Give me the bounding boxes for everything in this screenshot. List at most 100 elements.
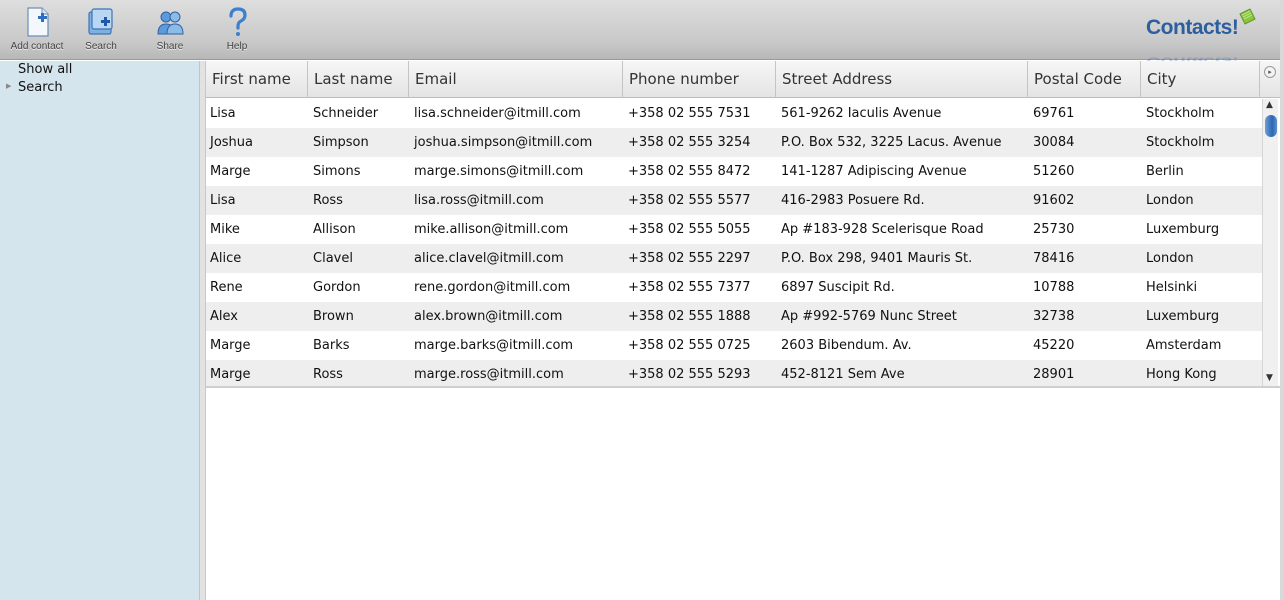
cell-street-address: Ap #992-5769 Nunc Street bbox=[781, 309, 957, 324]
window-edge bbox=[1280, 0, 1284, 600]
column-header-city[interactable]: City bbox=[1141, 61, 1260, 98]
cell-city: Luxemburg bbox=[1146, 309, 1220, 324]
cell-last-name: Ross bbox=[313, 367, 343, 382]
cell-city: Helsinki bbox=[1146, 280, 1198, 295]
cell-postal-code: 25730 bbox=[1033, 222, 1075, 237]
cell-phone: +358 02 555 7531 bbox=[628, 106, 751, 121]
cell-phone: +358 02 555 8472 bbox=[628, 164, 751, 179]
cell-last-name: Simpson bbox=[313, 135, 369, 150]
cell-first-name: Lisa bbox=[210, 106, 236, 121]
cell-first-name: Rene bbox=[210, 280, 243, 295]
cell-city: Hong Kong bbox=[1146, 367, 1217, 382]
leaf-icon bbox=[1239, 8, 1256, 25]
cell-postal-code: 91602 bbox=[1033, 193, 1075, 208]
share-icon bbox=[157, 11, 184, 35]
cell-email: alice.clavel@itmill.com bbox=[414, 251, 564, 266]
column-header-postal-code[interactable]: Postal Code bbox=[1028, 61, 1141, 98]
table-row[interactable]: Lisa Schneider lisa.schneider@itmill.com +3… bbox=[206, 99, 1262, 128]
cell-first-name: Alice bbox=[210, 251, 242, 266]
column-header-street-address[interactable]: Street Address bbox=[776, 61, 1028, 98]
cell-last-name: Brown bbox=[313, 309, 354, 324]
cell-email: lisa.schneider@itmill.com bbox=[414, 106, 581, 121]
cell-phone: +358 02 555 5293 bbox=[628, 367, 751, 382]
cell-city: London bbox=[1146, 251, 1194, 266]
add-contact-button[interactable]: Add contact bbox=[5, 4, 69, 56]
cell-city: Berlin bbox=[1146, 164, 1184, 179]
add-contact-icon bbox=[27, 7, 49, 37]
cell-street-address: Ap #183-928 Scelerisque Road bbox=[781, 222, 984, 237]
app-logo: Contacts! Contacts! bbox=[1146, 8, 1256, 67]
column-header-email[interactable]: Email bbox=[409, 61, 623, 98]
table-row[interactable]: Mike Allison mike.allison@itmill.com +358 0… bbox=[206, 215, 1262, 244]
table-row[interactable]: Rene Gordon rene.gordon@itmill.com +358 02 … bbox=[206, 273, 1262, 302]
scroll-down-arrow-icon[interactable]: ▼ bbox=[1266, 373, 1273, 383]
cell-first-name: Joshua bbox=[210, 135, 254, 150]
column-selector-icon[interactable]: ▸ bbox=[1264, 66, 1276, 78]
vertical-scrollbar[interactable]: ▲ ▼ bbox=[1262, 99, 1278, 386]
cell-first-name: Marge bbox=[210, 367, 251, 382]
cell-phone: +358 02 555 5055 bbox=[628, 222, 751, 237]
table-row[interactable]: Alice Clavel alice.clavel@itmill.com +358 0… bbox=[206, 244, 1262, 273]
table-row[interactable]: Lisa Ross lisa.ross@itmill.com +358 02 555 … bbox=[206, 186, 1262, 215]
cell-email: rene.gordon@itmill.com bbox=[414, 280, 571, 295]
cell-email: alex.brown@itmill.com bbox=[414, 309, 563, 324]
table-body: Lisa Schneider lisa.schneider@itmill.com +3… bbox=[206, 99, 1262, 386]
cell-phone: +358 02 555 0725 bbox=[628, 338, 751, 353]
cell-city: London bbox=[1146, 193, 1194, 208]
cell-street-address: 416-2983 Posuere Rd. bbox=[781, 193, 925, 208]
cell-email: joshua.simpson@itmill.com bbox=[414, 135, 593, 150]
cell-postal-code: 32738 bbox=[1033, 309, 1075, 324]
cell-postal-code: 28901 bbox=[1033, 367, 1075, 382]
table-row[interactable]: Marge Ross marge.ross@itmill.com +358 02 55… bbox=[206, 360, 1262, 386]
cell-city: Stockholm bbox=[1146, 135, 1215, 150]
cell-last-name: Simons bbox=[313, 164, 361, 179]
cell-email: mike.allison@itmill.com bbox=[414, 222, 569, 237]
cell-last-name: Gordon bbox=[313, 280, 361, 295]
help-icon bbox=[229, 7, 247, 36]
cell-last-name: Ross bbox=[313, 193, 343, 208]
cell-postal-code: 10788 bbox=[1033, 280, 1075, 295]
scroll-thumb[interactable] bbox=[1265, 115, 1277, 137]
table-row[interactable]: Marge Simons marge.simons@itmill.com +358 0… bbox=[206, 157, 1262, 186]
scroll-up-arrow-icon[interactable]: ▲ bbox=[1266, 100, 1273, 110]
cell-city: Stockholm bbox=[1146, 106, 1215, 121]
sidebar: Show all ▶ Search bbox=[0, 61, 200, 600]
cell-last-name: Allison bbox=[313, 222, 356, 237]
expand-arrow-icon[interactable]: ▶ bbox=[6, 82, 11, 90]
sidebar-item-search[interactable]: Search bbox=[18, 80, 63, 95]
cell-postal-code: 51260 bbox=[1033, 164, 1075, 179]
search-icon bbox=[88, 8, 113, 35]
table-row[interactable]: Alex Brown alex.brown@itmill.com +358 02 55… bbox=[206, 302, 1262, 331]
column-header-phone[interactable]: Phone number bbox=[623, 61, 776, 98]
cell-street-address: 561-9262 Iaculis Avenue bbox=[781, 106, 942, 121]
cell-postal-code: 69761 bbox=[1033, 106, 1075, 121]
help-button[interactable]: Help bbox=[205, 4, 269, 56]
share-button[interactable]: Share bbox=[138, 4, 202, 56]
cell-last-name: Clavel bbox=[313, 251, 353, 266]
cell-street-address: 452-8121 Sem Ave bbox=[781, 367, 905, 382]
table-row[interactable]: Marge Barks marge.barks@itmill.com +358 02 … bbox=[206, 331, 1262, 360]
cell-phone: +358 02 555 5577 bbox=[628, 193, 751, 208]
cell-phone: +358 02 555 1888 bbox=[628, 309, 751, 324]
cell-email: marge.simons@itmill.com bbox=[414, 164, 584, 179]
cell-first-name: Lisa bbox=[210, 193, 236, 208]
cell-email: marge.ross@itmill.com bbox=[414, 367, 564, 382]
cell-street-address: P.O. Box 298, 9401 Mauris St. bbox=[781, 251, 973, 266]
cell-city: Amsterdam bbox=[1146, 338, 1222, 353]
column-header-last-name[interactable]: Last name bbox=[308, 61, 409, 98]
sidebar-item-show-all[interactable]: Show all bbox=[18, 62, 72, 77]
search-button[interactable]: Search bbox=[69, 4, 133, 56]
cell-postal-code: 45220 bbox=[1033, 338, 1075, 353]
table-row[interactable]: Joshua Simpson joshua.simpson@itmill.com +3… bbox=[206, 128, 1262, 157]
cell-postal-code: 30084 bbox=[1033, 135, 1075, 150]
help-label: Help bbox=[226, 41, 248, 52]
cell-street-address: 6897 Suscipit Rd. bbox=[781, 280, 895, 295]
column-header-first-name[interactable]: First name bbox=[206, 61, 308, 98]
share-label: Share bbox=[156, 41, 184, 52]
cell-first-name: Mike bbox=[210, 222, 240, 237]
cell-first-name: Alex bbox=[210, 309, 238, 324]
cell-street-address: 141-1287 Adipiscing Avenue bbox=[781, 164, 967, 179]
cell-email: lisa.ross@itmill.com bbox=[414, 193, 544, 208]
search-label: Search bbox=[85, 41, 117, 52]
cell-last-name: Barks bbox=[313, 338, 350, 353]
